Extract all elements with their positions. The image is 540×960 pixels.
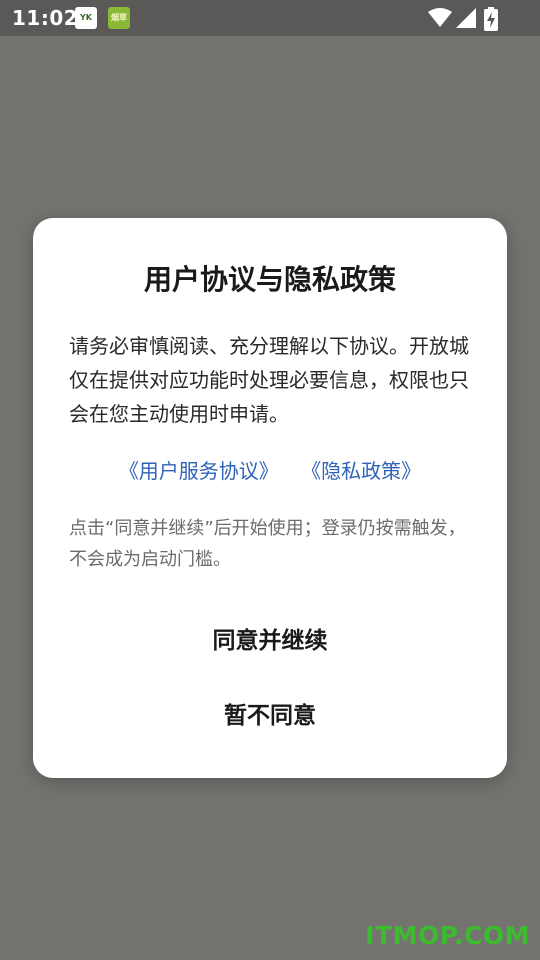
wifi-icon (428, 8, 452, 27)
yk-app-icon: YK (75, 7, 97, 29)
green-app-icon: 烟草 (108, 7, 130, 29)
status-time: 11:02 (12, 6, 79, 30)
status-bar: 11:02 YK 烟草 (0, 0, 540, 36)
agree-continue-button[interactable]: 同意并继续 (33, 613, 507, 669)
agreement-dialog: 用户协议与隐私政策 请务必审慎阅读、充分理解以下协议。开放城仅在提供对应功能时处… (33, 218, 507, 778)
agreement-links: 《用户服务协议》 《隐私政策》 (33, 455, 507, 484)
site-watermark: ITMOP.COM (365, 921, 530, 950)
app-screen: 11:02 YK 烟草 用户协议与隐私政策 请务必审慎阅读、充分理解以下协议。开… (0, 0, 540, 960)
dialog-title: 用户协议与隐私政策 (143, 263, 396, 296)
decline-button[interactable]: 暂不同意 (33, 688, 507, 744)
user-agreement-link[interactable]: 《用户服务协议》 (119, 455, 279, 484)
cellular-signal-icon (456, 8, 476, 28)
dialog-note: 点击“同意并继续”后开始使用；登录仍按需触发，不会成为启动门槛。 (69, 518, 466, 570)
battery-charging-icon (484, 7, 498, 31)
dialog-body-text: 请务必审慎阅读、充分理解以下协议。开放城仅在提供对应功能时处理必要信息，权限也只… (69, 334, 469, 426)
privacy-policy-link[interactable]: 《隐私政策》 (301, 455, 421, 484)
